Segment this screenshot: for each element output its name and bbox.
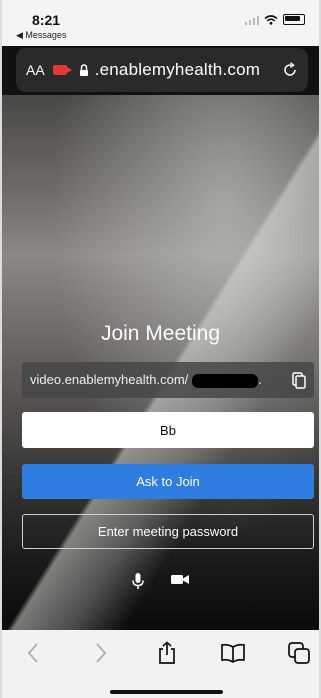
tabs-icon [288,642,310,664]
bookmarks-icon [221,643,245,663]
status-time: 8:21 [32,12,61,28]
microphone-icon[interactable] [131,572,144,590]
status-bar: 8:21 ◀ Messages [2,0,319,46]
page-title: Join Meeting [100,322,221,345]
browser-toolbar [2,630,319,698]
text-size-button[interactable]: AA [26,62,45,78]
back-to-messages[interactable]: ◀ Messages [16,30,66,41]
home-indicator [110,690,223,694]
share-button[interactable] [152,640,182,666]
back-icon [27,643,38,663]
battery-icon [283,14,305,25]
enter-password-button[interactable]: Enter meeting password [22,514,314,549]
name-input[interactable] [22,412,314,448]
back-button[interactable] [18,640,48,666]
video-camera-icon[interactable] [170,572,190,586]
copy-icon[interactable] [292,371,306,389]
forward-icon [96,643,107,663]
url-text[interactable]: .enablemyhealth.com [95,60,260,80]
share-icon [159,641,175,664]
status-icons [244,14,305,25]
tabs-button[interactable] [284,640,314,666]
lock-icon [79,63,88,76]
bookmarks-button[interactable] [218,640,248,666]
meeting-link-field[interactable]: video.enablemyhealth.com/. [22,362,314,398]
reload-icon[interactable] [282,62,298,78]
camera-recording-icon [52,65,72,75]
meeting-link-text: video.enablemyhealth.com/. [30,372,262,388]
wifi-icon [264,14,278,25]
redacted-text [192,373,259,388]
forward-button[interactable] [86,640,116,666]
ask-to-join-button[interactable]: Ask to Join [22,464,314,499]
media-controls [2,572,319,590]
signal-icon [244,15,259,25]
address-bar[interactable]: AA .enablemyhealth.com [16,48,308,92]
phone-screen: 8:21 ◀ Messages AA .enablemyhealth.com J… [0,0,321,698]
